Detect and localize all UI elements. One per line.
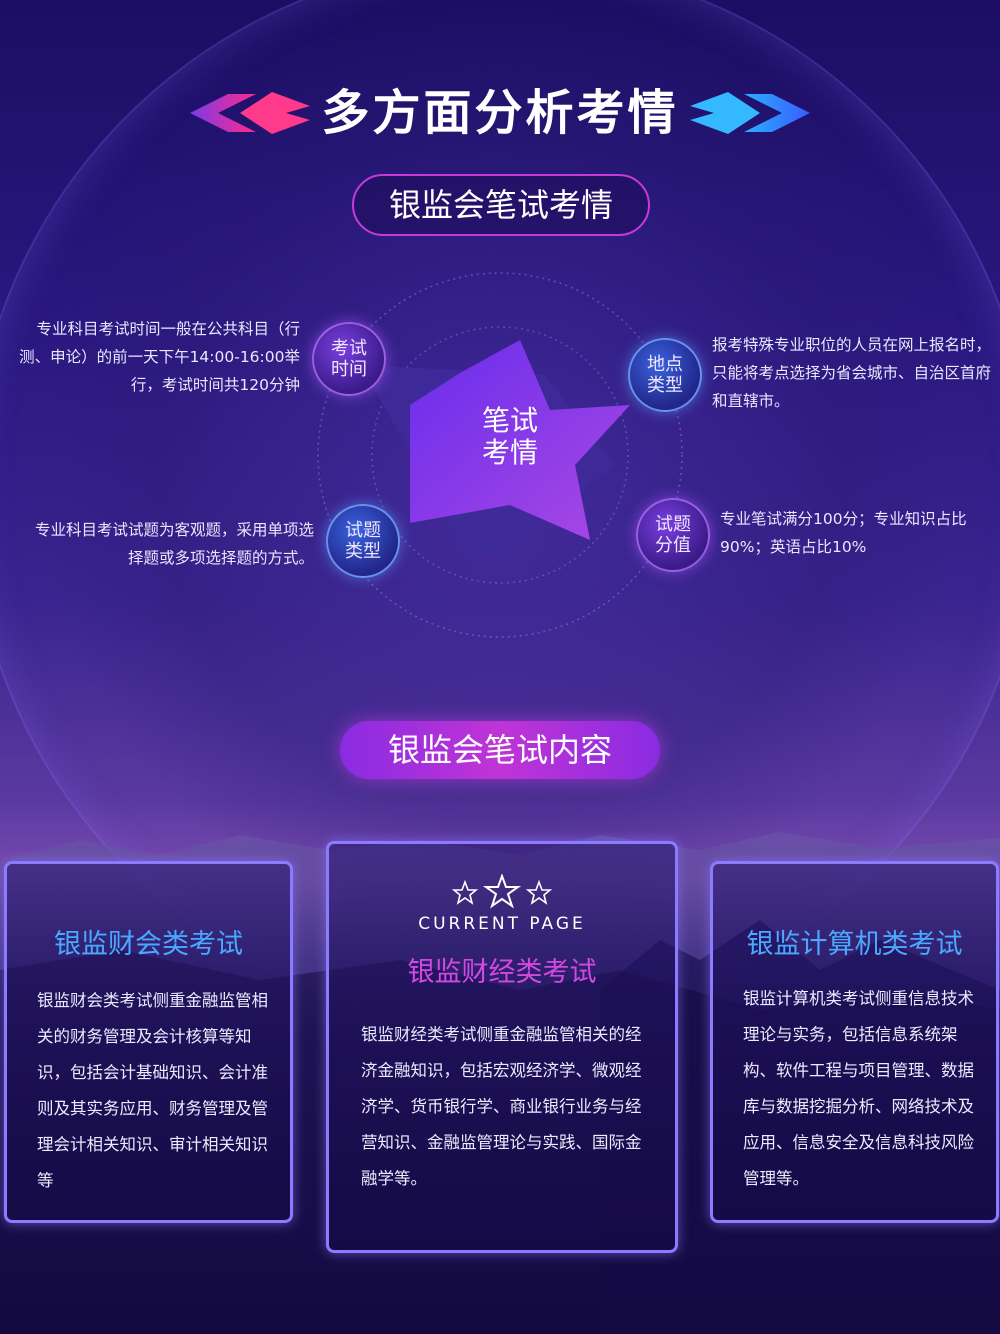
node-question-type: 试题 类型 — [326, 504, 400, 578]
node-location-type: 地点 类型 — [628, 338, 702, 412]
node-score-label: 试题 分值 — [655, 514, 691, 556]
exam-situation-pill: 银监会笔试考情 — [352, 174, 650, 236]
current-page-label: CURRENT PAGE — [418, 914, 586, 934]
title-section: 多方面分析考情 — [0, 80, 1000, 150]
node-exam-time: 考试 时间 — [312, 322, 386, 396]
card-computer-exam: 银监计算机类考试 银监计算机类考试侧重信息技术理论与实务，包括信息系统架构、软件… — [710, 861, 999, 1223]
card-computer-title: 银监计算机类考试 — [746, 929, 963, 960]
node-question-type-label: 试题 类型 — [345, 520, 381, 562]
exam-content-pill: 银监会笔试内容 — [340, 721, 660, 779]
card-finance-body: 银监财经类考试侧重金融监管相关的经济金融知识，包括宏观经济学、微观经济学、货币银… — [361, 1025, 642, 1188]
card-accounting-body: 银监财会类考试侧重金融监管相关的财务管理及会计核算等知识，包括会计基础知识、会计… — [37, 991, 268, 1190]
card-accounting-title: 银监财会类考试 — [54, 929, 243, 960]
card-accounting-exam: 银监财会类考试 银监财会类考试侧重金融监管相关的财务管理及会计核算等知识，包括会… — [4, 861, 293, 1223]
stars-icon — [451, 874, 553, 909]
location-type-description: 报考特殊专业职位的人员在网上报名时，只能将考点选择为省会城市、自治区首府和直辖市… — [712, 336, 992, 410]
node-exam-time-label: 考试 时间 — [331, 338, 367, 380]
node-score: 试题 分值 — [636, 498, 710, 572]
arrow-decoration-right-icon — [690, 92, 810, 134]
card-computer-body: 银监计算机类考试侧重信息技术理论与实务，包括信息系统架构、软件工程与项目管理、数… — [743, 989, 974, 1188]
question-type-description: 专业科目考试试题为客观题，采用单项选择题或多项选择题的方式。 — [34, 521, 314, 567]
node-location-type-label: 地点 类型 — [647, 354, 683, 396]
hub-center-text: 笔试 考情 — [481, 404, 538, 469]
hub-center-label: 笔试 考情 — [460, 405, 560, 469]
page-title: 多方面分析考情 — [321, 85, 679, 141]
score-description: 专业笔试满分100分；专业知识占比90%；英语占比10% — [720, 510, 967, 556]
card-finance-exam: CURRENT PAGE 银监财经类考试 银监财经类考试侧重金融监管相关的经济金… — [326, 841, 678, 1253]
exam-time-description: 专业科目考试时间一般在公共科目（行测、申论）的前一天下午14:00-16:00举… — [19, 320, 300, 394]
card-finance-title: 银监财经类考试 — [407, 957, 597, 988]
